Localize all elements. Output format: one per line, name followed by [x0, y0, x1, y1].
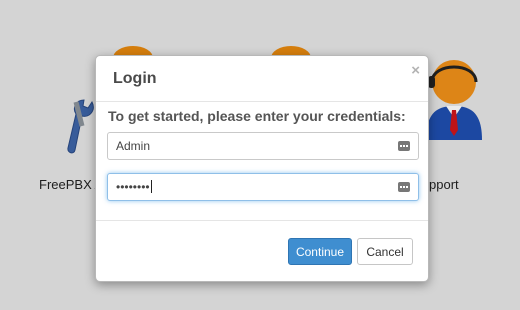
- password-mask: ••••••••: [116, 180, 150, 194]
- close-icon[interactable]: ×: [411, 63, 420, 78]
- keyboard-icon[interactable]: [398, 182, 410, 192]
- dialog-header: Login ×: [96, 56, 428, 102]
- cancel-button[interactable]: Cancel: [357, 238, 413, 265]
- continue-button[interactable]: Continue: [288, 238, 352, 265]
- password-value: ••••••••: [116, 180, 152, 194]
- login-dialog: Login × To get started, please enter you…: [95, 55, 429, 282]
- password-field[interactable]: ••••••••: [107, 173, 419, 201]
- keyboard-icon[interactable]: [398, 141, 410, 151]
- credentials-prompt: To get started, please enter your creden…: [108, 108, 406, 124]
- dialog-title: Login: [113, 70, 157, 87]
- footer-divider: [96, 220, 428, 221]
- username-field[interactable]: Admin: [107, 132, 419, 160]
- username-value: Admin: [116, 139, 151, 153]
- text-caret: [150, 180, 152, 193]
